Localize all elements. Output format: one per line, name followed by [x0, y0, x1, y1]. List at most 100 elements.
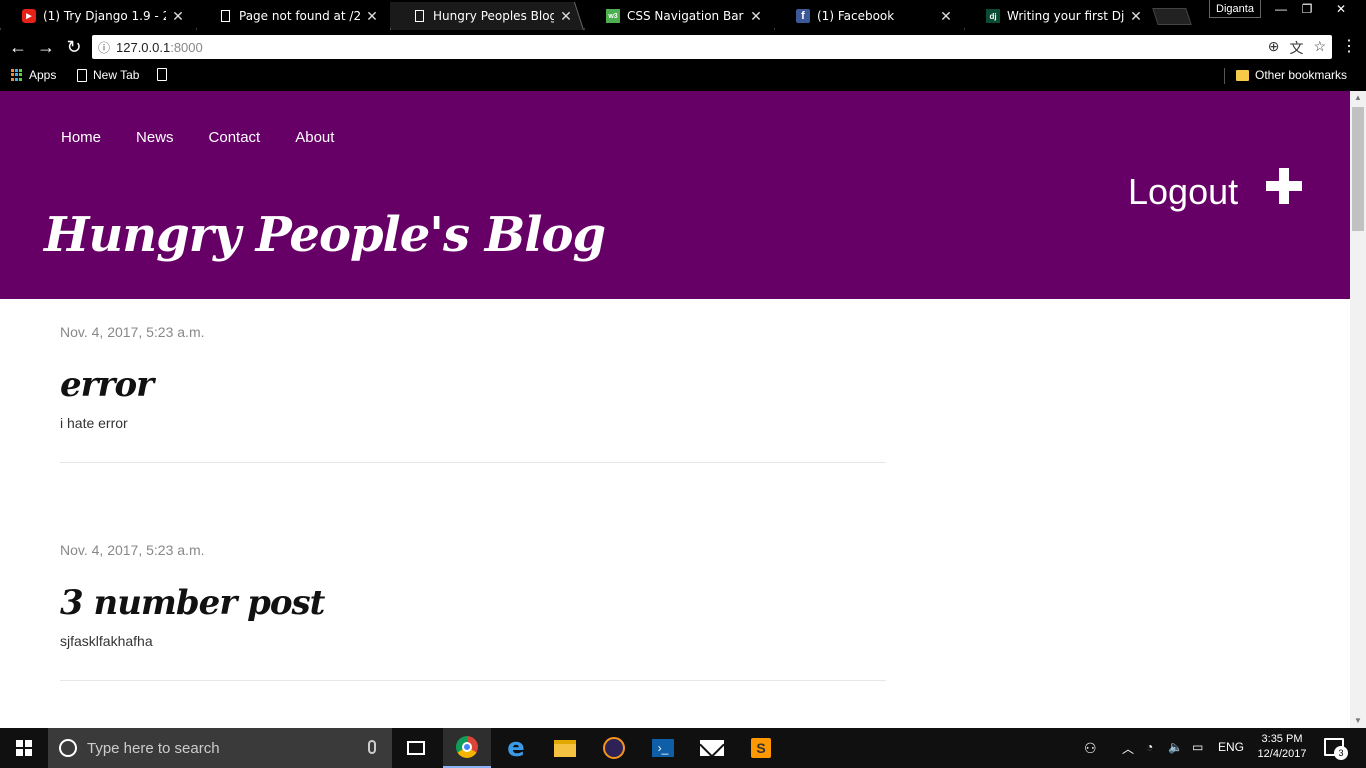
eclipse-icon[interactable] [590, 728, 638, 768]
chrome-taskbar-icon[interactable] [443, 728, 491, 768]
restore-icon[interactable]: ❐ [1292, 0, 1322, 18]
url-port: :8000 [170, 39, 203, 55]
sublime-text-icon[interactable]: S [737, 728, 785, 768]
close-icon[interactable]: ✕ [558, 8, 574, 25]
notification-count: 3 [1334, 746, 1348, 760]
volume-icon[interactable]: 🔈 [1168, 740, 1183, 754]
reload-icon[interactable]: ↻ [62, 36, 86, 58]
translate-icon[interactable]: 文 [1289, 38, 1303, 58]
windows-logo-icon [16, 740, 32, 756]
microphone-icon[interactable] [368, 740, 376, 754]
tab-title: CSS Navigation Bar [627, 9, 744, 23]
language-indicator[interactable]: ENG [1218, 740, 1244, 754]
nav-news-link[interactable]: News [136, 129, 174, 146]
post-card: Nov. 4, 2017, 5:23 a.m. 3 number post sj… [60, 542, 886, 681]
close-icon[interactable]: ✕ [170, 8, 186, 25]
nav-about-link[interactable]: About [295, 129, 334, 146]
django-icon: dj [986, 9, 1000, 23]
url-host: 127.0.0.1 [116, 39, 171, 55]
close-icon[interactable]: ✕ [364, 8, 380, 25]
post-title[interactable]: 3 number post [60, 583, 886, 623]
tab-title: Writing your first Djang [1007, 9, 1124, 23]
site-nav: Home News Contact About [61, 129, 369, 146]
tab-youtube[interactable]: ▶ (1) Try Django 1.9 - 25 o ✕ [0, 2, 196, 30]
task-view-icon[interactable] [392, 728, 440, 768]
page-scrollbar[interactable]: ▲ ▼ [1350, 91, 1366, 728]
scrollbar-thumb[interactable] [1352, 107, 1364, 231]
page-icon [157, 68, 167, 81]
info-icon[interactable]: ⓘ [92, 39, 116, 56]
other-bookmarks[interactable]: Other bookmarks [1236, 68, 1347, 82]
folder-icon [1236, 69, 1249, 81]
tab-page-not-found[interactable]: Page not found at /2/co ✕ [196, 2, 390, 30]
clock-date: 12/4/2017 [1257, 748, 1307, 760]
close-icon[interactable]: ✕ [748, 8, 764, 25]
powershell-icon[interactable]: ›_ [639, 728, 687, 768]
chevron-up-icon[interactable]: ︿ [1122, 740, 1134, 757]
post-date: Nov. 4, 2017, 5:23 a.m. [60, 542, 205, 558]
nav-contact-link[interactable]: Contact [209, 129, 261, 146]
post-title[interactable]: error [60, 365, 886, 405]
logout-link[interactable]: Logout [1128, 171, 1238, 213]
close-icon[interactable]: ✕ [938, 8, 954, 25]
tab-css-navigation-bar[interactable]: w3 CSS Navigation Bar ✕ [584, 2, 774, 30]
tab-django-tutorial[interactable]: dj Writing your first Djang ✕ [964, 2, 1154, 30]
bookmark-star-icon[interactable]: ☆ [1313, 38, 1326, 58]
forward-arrow-icon[interactable]: → [34, 36, 58, 58]
w3schools-icon: w3 [606, 9, 620, 23]
new-tab-label: New Tab [93, 68, 140, 82]
back-arrow-icon[interactable]: ← [6, 36, 30, 58]
tab-title: (1) Try Django 1.9 - 25 o [43, 9, 166, 23]
page-icon [77, 68, 87, 82]
wifi-icon[interactable]: ◔ [1146, 740, 1153, 754]
scroll-down-icon[interactable]: ▼ [1350, 714, 1366, 728]
apps-label: Apps [29, 68, 57, 82]
start-button[interactable] [0, 728, 48, 768]
battery-icon[interactable]: ▭ [1192, 740, 1203, 754]
other-bookmarks-label: Other bookmarks [1255, 68, 1348, 82]
chrome-menu-icon[interactable]: ⋮ [1340, 36, 1358, 58]
post-date: Nov. 4, 2017, 5:23 a.m. [60, 324, 205, 340]
blank-bookmark[interactable] [157, 68, 167, 81]
scroll-up-icon[interactable]: ▲ [1350, 91, 1366, 105]
page-viewport: Home News Contact About Logout Hungry Pe… [0, 91, 1350, 728]
post-card: Nov. 4, 2017, 5:23 a.m. error i hate err… [60, 324, 886, 463]
facebook-icon: f [796, 9, 810, 23]
tab-title: Hungry Peoples Blog [433, 9, 554, 23]
new-tab-bookmark[interactable]: New Tab [77, 68, 139, 82]
site-title: Hungry People's Blog [44, 207, 606, 263]
plus-icon[interactable] [1266, 168, 1302, 204]
tab-title: (1) Facebook [817, 9, 895, 23]
nav-home-link[interactable]: Home [61, 129, 101, 146]
address-bar[interactable]: ⓘ 127.0.0.1:8000 ⊕ 文 ☆ [92, 35, 1332, 59]
search-placeholder: Type here to search [87, 739, 220, 757]
page-icon [218, 9, 232, 23]
bookmarks-bar: Apps New Tab Other bookmarks [0, 62, 1366, 90]
post-body: sjfasklfakhafha [60, 633, 153, 649]
edge-icon[interactable]: e [492, 728, 540, 768]
site-header: Home News Contact About Logout Hungry Pe… [0, 91, 1350, 299]
mail-icon[interactable] [688, 728, 736, 768]
cortana-icon [59, 739, 77, 757]
tab-facebook[interactable]: f (1) Facebook ✕ [774, 2, 964, 30]
tab-hungry-peoples-blog[interactable]: Hungry Peoples Blog ✕ [390, 2, 584, 30]
people-icon[interactable]: ⚇ [1084, 740, 1097, 757]
youtube-icon: ▶ [22, 9, 36, 23]
tab-title: Page not found at /2/co [239, 9, 360, 23]
apps-grid-icon [11, 69, 23, 81]
action-center-icon[interactable]: 3 [1324, 738, 1348, 760]
clock-time: 3:35 PM [1261, 733, 1303, 745]
windows-taskbar: Type here to search e ›_ S ⚇ ︿ ◔ 🔈 ▭ ENG… [0, 728, 1366, 768]
browser-toolbar: ← → ↻ ⓘ 127.0.0.1:8000 ⊕ 文 ☆ [0, 32, 1366, 62]
post-body: i hate error [60, 415, 128, 431]
taskbar-search[interactable]: Type here to search [48, 728, 392, 768]
zoom-icon[interactable]: ⊕ [1268, 38, 1280, 58]
apps-bookmark[interactable]: Apps [11, 68, 56, 82]
new-tab-button[interactable] [1152, 8, 1192, 25]
file-explorer-icon[interactable] [541, 728, 589, 768]
close-window-icon[interactable]: ✕ [1326, 0, 1356, 18]
page-icon [412, 9, 426, 23]
close-icon[interactable]: ✕ [1128, 8, 1144, 25]
profile-button[interactable]: Diganta [1209, 0, 1261, 18]
taskbar-clock[interactable]: 3:35 PM 12/4/2017 [1252, 732, 1312, 762]
